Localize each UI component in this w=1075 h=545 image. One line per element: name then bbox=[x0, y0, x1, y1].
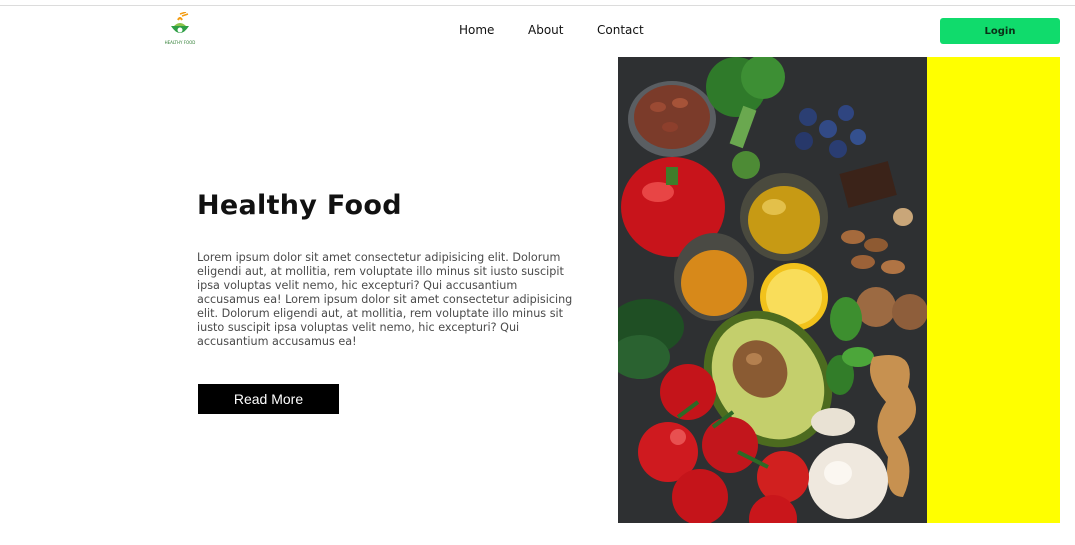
yellow-side-panel bbox=[927, 57, 1060, 523]
bowl-icon bbox=[171, 11, 189, 33]
hero-title: Healthy Food bbox=[197, 190, 402, 221]
vegetables-illustration bbox=[618, 57, 927, 523]
nav-contact-link[interactable]: Contact bbox=[597, 23, 644, 37]
top-divider bbox=[0, 5, 1075, 6]
hero-description: Lorem ipsum dolor sit amet consectetur a… bbox=[197, 251, 573, 348]
login-button[interactable]: Login bbox=[940, 18, 1060, 44]
nav-about-link[interactable]: About bbox=[528, 23, 563, 37]
hero-food-image bbox=[618, 57, 927, 523]
nav-home-link[interactable]: Home bbox=[459, 23, 494, 37]
logo-text: HEALTHY FOOD bbox=[164, 40, 196, 45]
brand-logo[interactable]: HEALTHY FOOD bbox=[164, 11, 196, 48]
read-more-button[interactable]: Read More bbox=[198, 384, 339, 414]
